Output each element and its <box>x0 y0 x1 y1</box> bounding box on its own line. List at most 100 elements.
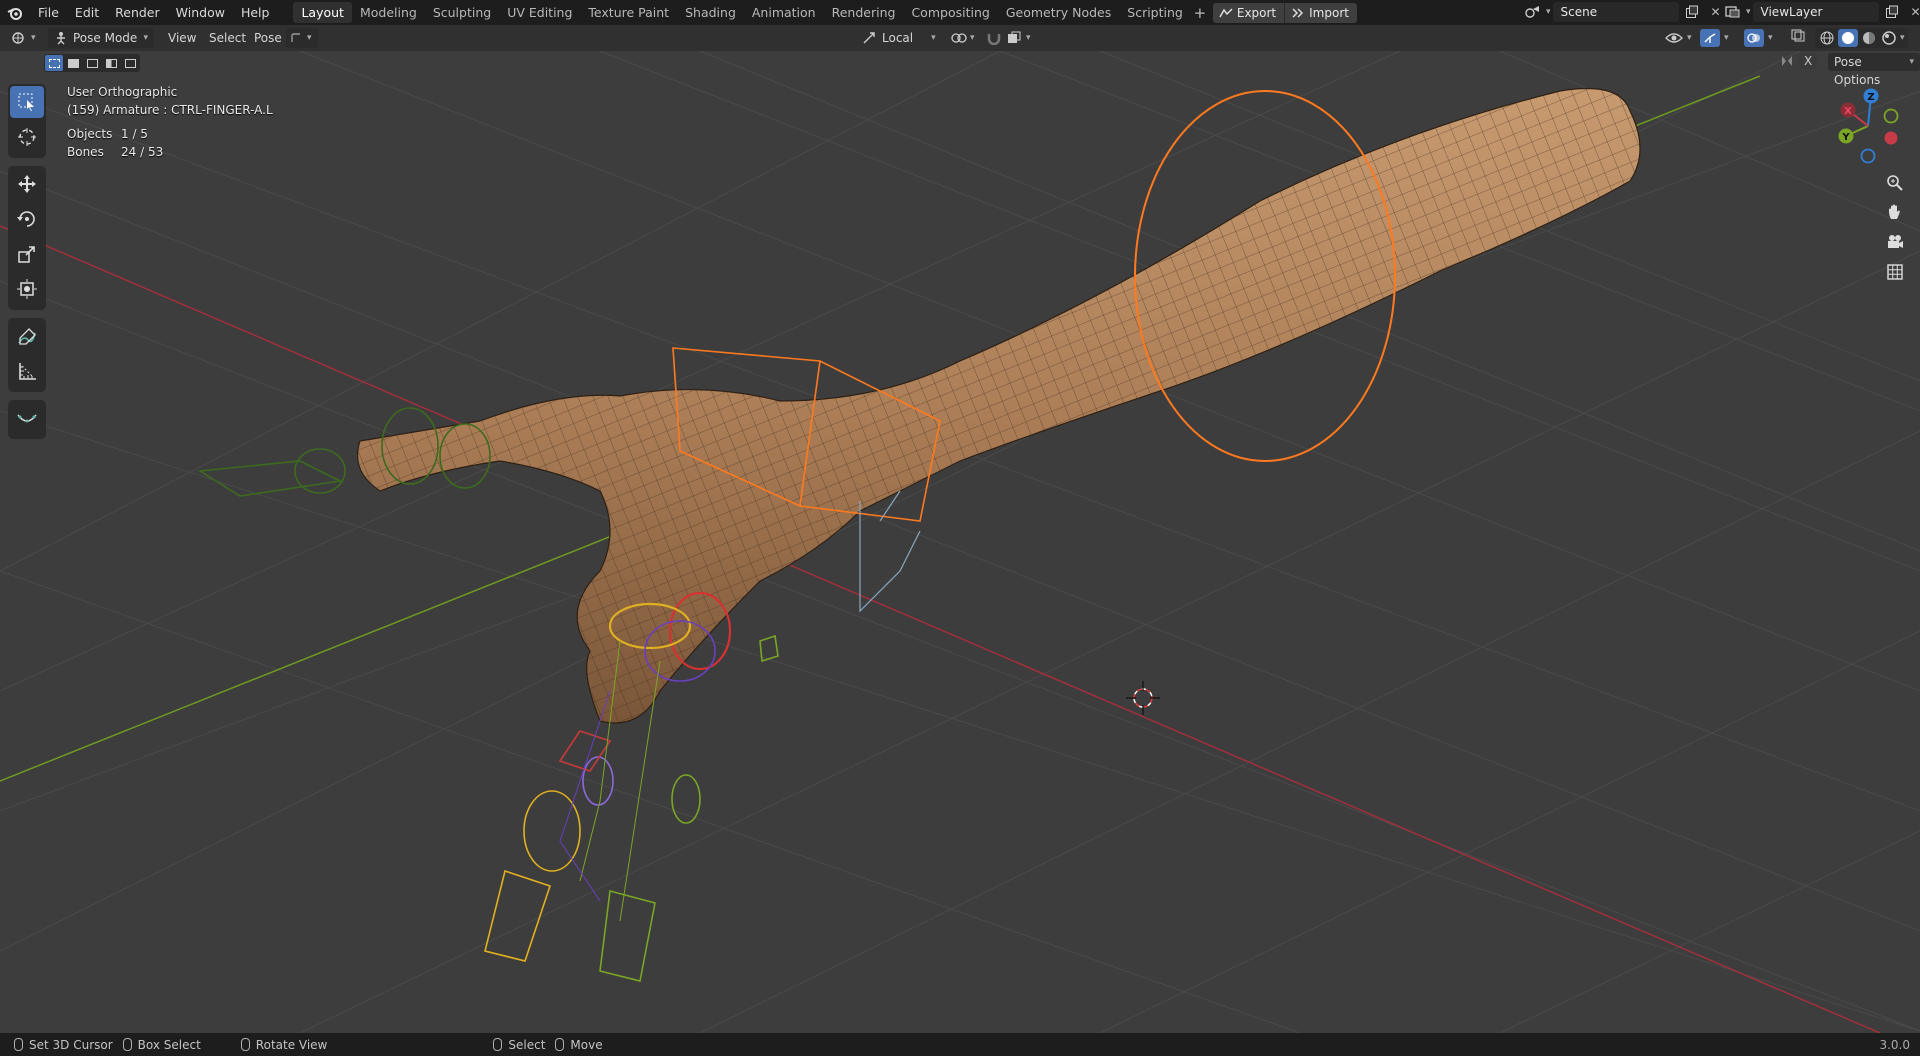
x-mirror-toggle[interactable]: X <box>1780 53 1818 69</box>
top-bar: File Edit Render Window Help Layout Mode… <box>0 0 1920 25</box>
pivot-icon <box>951 33 967 43</box>
status-rotate-view: Rotate View <box>240 1037 328 1052</box>
select-extend-icon[interactable] <box>64 55 82 71</box>
add-workspace-button[interactable]: + <box>1191 4 1209 22</box>
mirror-icon <box>1782 56 1792 66</box>
chevron-down-icon: ▾ <box>970 33 975 43</box>
tab-layout[interactable]: Layout <box>293 2 352 23</box>
overlays-toggle[interactable]: ▾ <box>1744 28 1773 48</box>
pose-menu[interactable]: Pose <box>254 28 282 48</box>
solid-shading-icon[interactable] <box>1838 29 1858 47</box>
tab-modeling[interactable]: Modeling <box>352 2 425 23</box>
tab-compositing[interactable]: Compositing <box>903 2 997 23</box>
delete-view-layer-icon[interactable]: ✕ <box>1905 2 1920 22</box>
view-layer-name-field[interactable]: ViewLayer <box>1752 2 1879 22</box>
transform-icon[interactable] <box>10 273 44 305</box>
floor-grid <box>0 51 1920 1033</box>
import-button[interactable]: Import <box>1284 2 1357 23</box>
menu-help[interactable]: Help <box>233 0 278 25</box>
zoom-icon[interactable] <box>1882 170 1908 196</box>
export-button[interactable]: Export <box>1213 3 1284 23</box>
eye-icon <box>1665 33 1683 43</box>
chevron-down-icon: ▾ <box>1768 33 1773 43</box>
tab-sculpting[interactable]: Sculpting <box>425 2 499 23</box>
blender-logo-icon[interactable] <box>0 0 30 25</box>
menu-file[interactable]: File <box>30 0 67 25</box>
import-label: Import <box>1309 5 1349 20</box>
chevron-down-icon[interactable]: ▾ <box>1900 28 1905 48</box>
select-menu[interactable]: Select <box>209 28 246 48</box>
pivot-point-dropdown[interactable]: ▾ <box>950 28 975 48</box>
chevron-down-icon: ▾ <box>1026 33 1031 43</box>
export-icon <box>1219 7 1233 17</box>
pose-options-dropdown[interactable]: Pose Options ▾ <box>1828 53 1920 87</box>
3d-viewport[interactable]: User Orthographic (159) Armature : CTRL-… <box>0 51 1920 1033</box>
new-view-layer-icon[interactable] <box>1881 2 1903 22</box>
export-import-group: Export Import <box>1212 2 1357 23</box>
menu-window[interactable]: Window <box>168 0 233 25</box>
menu-edit[interactable]: Edit <box>67 0 107 25</box>
snap-icon <box>987 34 1001 45</box>
mode-dropdown[interactable]: Pose Mode ▾ <box>48 28 154 48</box>
wrist-bone-lines <box>859 490 921 613</box>
mouse-drag-icon <box>122 1038 132 1051</box>
chevron-down-icon: ▾ <box>307 33 312 43</box>
status-move-label: Move <box>570 1037 603 1052</box>
camera-icon[interactable] <box>1882 229 1908 255</box>
status-bar: Set 3D Cursor Box Select Rotate View Sel… <box>0 1033 1920 1056</box>
status-rotate-view-label: Rotate View <box>255 1037 328 1052</box>
scale-icon[interactable] <box>10 238 44 270</box>
transform-orientation-dropdown[interactable]: Local ▾ <box>862 28 936 48</box>
view-layer-icon[interactable] <box>1722 2 1744 22</box>
chevron-down-icon[interactable]: ▾ <box>1546 7 1551 17</box>
tab-geometry-nodes[interactable]: Geometry Nodes <box>998 2 1119 23</box>
bone-relax-icon[interactable] <box>10 402 44 434</box>
menu-render[interactable]: Render <box>107 0 168 25</box>
material-shading-icon[interactable] <box>1860 30 1878 46</box>
annotate-icon[interactable] <box>10 320 44 352</box>
arm-mesh <box>356 87 1641 724</box>
move-icon[interactable] <box>10 168 44 200</box>
measure-icon[interactable] <box>10 355 44 387</box>
tab-uv-editing[interactable]: UV Editing <box>499 2 580 23</box>
visibility-controls[interactable]: ▾ <box>1665 28 1692 48</box>
select-new-icon[interactable] <box>45 55 63 71</box>
tab-texture-paint[interactable]: Texture Paint <box>580 2 677 23</box>
snap-controls[interactable]: ▾ <box>986 28 1031 48</box>
new-scene-icon[interactable] <box>1681 2 1703 22</box>
pan-hand-icon[interactable] <box>1882 199 1908 225</box>
view-name-label: User Orthographic <box>67 85 178 99</box>
scene-name-field[interactable]: Scene <box>1552 2 1679 22</box>
status-select: Select <box>493 1038 545 1052</box>
tab-shading[interactable]: Shading <box>677 2 744 23</box>
chevron-down-icon: ▾ <box>31 33 36 43</box>
tab-animation[interactable]: Animation <box>744 2 824 23</box>
tool-shelf <box>8 84 48 447</box>
pose-options-label: Pose Options <box>1834 55 1881 87</box>
select-intersect-icon[interactable] <box>121 55 139 71</box>
grid-icon[interactable] <box>1882 259 1908 285</box>
navigation-gizmo[interactable]: Z Y X <box>1828 86 1908 166</box>
tab-rendering[interactable]: Rendering <box>824 2 904 23</box>
select-box-icon[interactable] <box>10 86 44 118</box>
orientation-label: Local <box>882 31 914 45</box>
pose-tools-dropdown[interactable]: ▾ <box>286 28 318 48</box>
scene-icon[interactable] <box>1522 2 1544 22</box>
gizmo-toggle[interactable]: ▾ <box>1700 28 1729 48</box>
select-invert-icon[interactable] <box>102 55 120 71</box>
tab-scripting[interactable]: Scripting <box>1119 2 1191 23</box>
select-subtract-icon[interactable] <box>83 55 101 71</box>
rendered-shading-icon[interactable] <box>1880 30 1898 46</box>
wireframe-shading-icon[interactable] <box>1818 30 1836 46</box>
cursor-icon[interactable] <box>10 121 44 153</box>
xray-toggle[interactable] <box>1790 28 1806 48</box>
export-label: Export <box>1236 5 1277 20</box>
view-menu[interactable]: View <box>168 28 196 48</box>
editor-type-button[interactable]: ▾ <box>10 28 36 48</box>
workspace-tabs: Layout Modeling Sculpting UV Editing Tex… <box>293 0 1357 25</box>
mouse-left-icon <box>14 1038 23 1051</box>
rotate-icon[interactable] <box>10 203 44 235</box>
mode-label: Pose Mode <box>73 31 138 45</box>
chevron-down-icon: ▾ <box>143 33 148 43</box>
chevron-down-icon[interactable]: ▾ <box>1746 7 1751 17</box>
